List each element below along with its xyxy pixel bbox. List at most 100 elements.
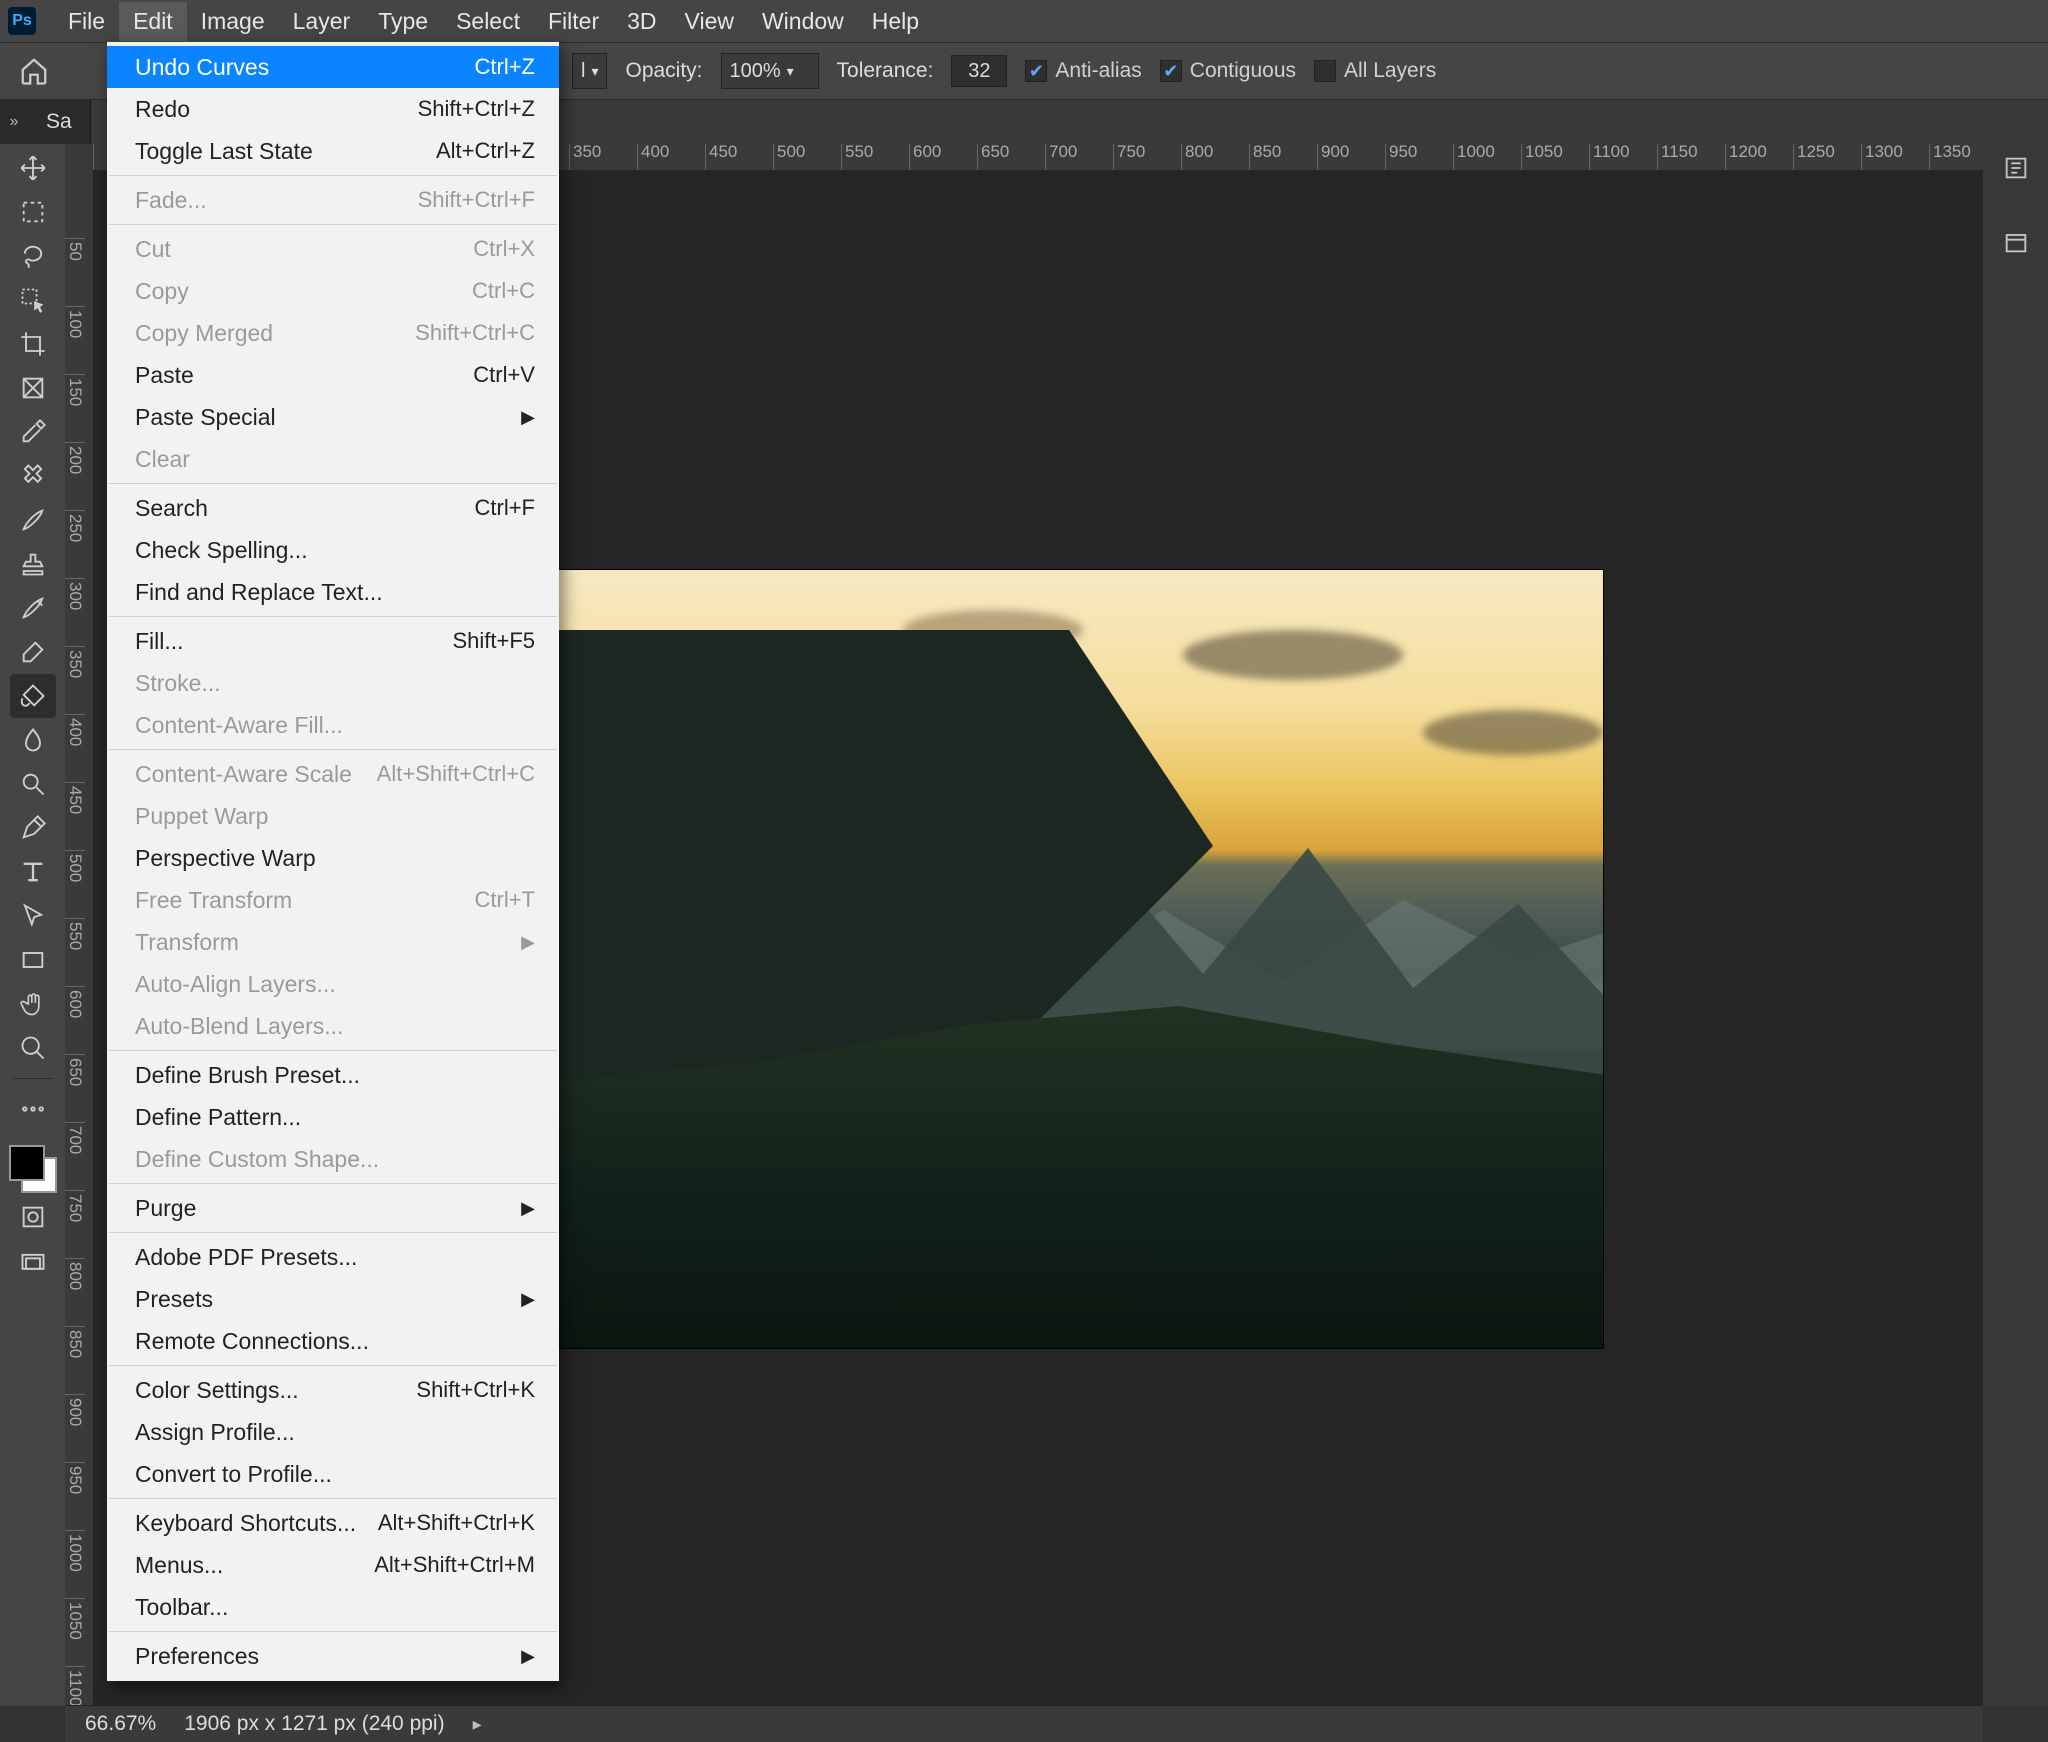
paint-bucket-tool-icon[interactable]: [10, 674, 56, 718]
move-tool-icon[interactable]: [10, 146, 56, 190]
type-tool-icon[interactable]: [10, 850, 56, 894]
lasso-tool-icon[interactable]: [10, 234, 56, 278]
path-select-tool-icon[interactable]: [10, 894, 56, 938]
menu-item-toggle-last-state[interactable]: Toggle Last StateAlt+Ctrl+Z: [107, 130, 559, 172]
document-canvas[interactable]: [543, 570, 1603, 1348]
menu-item-label: Content-Aware Fill...: [135, 712, 343, 739]
edit-toolbar-button[interactable]: [10, 1087, 56, 1131]
menu-item-remote-connections[interactable]: Remote Connections...: [107, 1320, 559, 1362]
menu-item-adobe-pdf-presets[interactable]: Adobe PDF Presets...: [107, 1236, 559, 1278]
contiguous-label: Contiguous: [1190, 59, 1296, 83]
all-layers-label: All Layers: [1344, 59, 1436, 83]
menu-item-search[interactable]: SearchCtrl+F: [107, 487, 559, 529]
vertical-ruler[interactable]: 5010015020025030035040045050055060065070…: [65, 170, 94, 1706]
hand-tool-icon[interactable]: [10, 982, 56, 1026]
menu-item-convert-to-profile[interactable]: Convert to Profile...: [107, 1453, 559, 1495]
menu-item-label: Remote Connections...: [135, 1328, 369, 1355]
menu-item-redo[interactable]: RedoShift+Ctrl+Z: [107, 88, 559, 130]
home-icon[interactable]: [12, 49, 56, 93]
menu-item-assign-profile[interactable]: Assign Profile...: [107, 1411, 559, 1453]
menu-item-purge[interactable]: Purge▶: [107, 1187, 559, 1229]
frame-tool-icon[interactable]: [10, 366, 56, 410]
eraser-tool-icon[interactable]: [10, 630, 56, 674]
blend-mode-dropdown[interactable]: l ▾: [572, 53, 607, 89]
status-flyout-icon[interactable]: ▸: [473, 1714, 482, 1735]
ruler-tick: 800: [65, 1258, 85, 1326]
menu-item-perspective-warp[interactable]: Perspective Warp: [107, 837, 559, 879]
menu-filter[interactable]: Filter: [534, 2, 613, 41]
stamp-tool-icon[interactable]: [10, 542, 56, 586]
ruler-tick: 350: [65, 646, 85, 714]
menu-item-shortcut: Ctrl+F: [475, 495, 536, 521]
brush-tool-icon[interactable]: [10, 498, 56, 542]
eyedropper-tool-icon[interactable]: [10, 410, 56, 454]
pen-tool-icon[interactable]: [10, 806, 56, 850]
menu-item-define-brush-preset[interactable]: Define Brush Preset...: [107, 1054, 559, 1096]
foreground-background-colors[interactable]: [9, 1145, 57, 1193]
menu-3d[interactable]: 3D: [613, 2, 670, 41]
menu-item-undo-curves[interactable]: Undo CurvesCtrl+Z: [107, 46, 559, 88]
menu-edit[interactable]: Edit: [119, 2, 187, 41]
ruler-origin[interactable]: [65, 142, 94, 171]
learn-panel-icon[interactable]: [1994, 146, 2038, 190]
menu-item-keyboard-shortcuts[interactable]: Keyboard Shortcuts...Alt+Shift+Ctrl+K: [107, 1502, 559, 1544]
menu-item-label: Color Settings...: [135, 1377, 299, 1404]
menu-window[interactable]: Window: [748, 2, 858, 41]
document-dimensions: 1906 px x 1271 px (240 ppi): [184, 1712, 444, 1736]
tolerance-input[interactable]: [951, 55, 1007, 87]
menu-item-paste[interactable]: PasteCtrl+V: [107, 354, 559, 396]
menu-file[interactable]: File: [54, 2, 119, 41]
foreground-color-swatch[interactable]: [9, 1145, 45, 1181]
anti-alias-checkbox[interactable]: ✔ Anti-alias: [1025, 59, 1141, 83]
zoom-level[interactable]: 66.67%: [85, 1712, 156, 1736]
menu-item-find-and-replace-text[interactable]: Find and Replace Text...: [107, 571, 559, 613]
opacity-dropdown[interactable]: 100% ▾: [721, 53, 819, 89]
menu-view[interactable]: View: [671, 2, 748, 41]
crop-tool-icon[interactable]: [10, 322, 56, 366]
menu-item-color-settings[interactable]: Color Settings...Shift+Ctrl+K: [107, 1369, 559, 1411]
blur-tool-icon[interactable]: [10, 718, 56, 762]
menu-item-auto-blend-layers: Auto-Blend Layers...: [107, 1005, 559, 1047]
menu-item-menus[interactable]: Menus...Alt+Shift+Ctrl+M: [107, 1544, 559, 1586]
menu-item-check-spelling[interactable]: Check Spelling...: [107, 529, 559, 571]
menu-item-toolbar[interactable]: Toolbar...: [107, 1586, 559, 1628]
menu-item-fill[interactable]: Fill...Shift+F5: [107, 620, 559, 662]
toolbar-collapse-toggle[interactable]: »: [0, 100, 28, 144]
menubar: Ps FileEditImageLayerTypeSelectFilter3DV…: [0, 0, 2048, 43]
menu-help[interactable]: Help: [858, 2, 933, 41]
menu-item-shortcut: Ctrl+Z: [475, 54, 536, 80]
rectangle-tool-icon[interactable]: [10, 938, 56, 982]
object-select-tool-icon[interactable]: [10, 278, 56, 322]
menu-layer[interactable]: Layer: [279, 2, 365, 41]
quick-mask-button[interactable]: [10, 1195, 56, 1239]
document-tab[interactable]: Sa: [28, 100, 91, 144]
menu-item-label: Cut: [135, 236, 171, 263]
history-brush-tool-icon[interactable]: [10, 586, 56, 630]
menu-select[interactable]: Select: [442, 2, 534, 41]
all-layers-checkbox[interactable]: All Layers: [1314, 59, 1436, 83]
zoom-tool-icon[interactable]: [10, 1026, 56, 1070]
contiguous-checkbox[interactable]: ✔ Contiguous: [1160, 59, 1296, 83]
menu-item-shortcut: Shift+Ctrl+Z: [418, 96, 535, 122]
dodge-tool-icon[interactable]: [10, 762, 56, 806]
menu-item-label: Adobe PDF Presets...: [135, 1244, 357, 1271]
menu-item-presets[interactable]: Presets▶: [107, 1278, 559, 1320]
menu-item-paste-special[interactable]: Paste Special▶: [107, 396, 559, 438]
menu-item-define-pattern[interactable]: Define Pattern...: [107, 1096, 559, 1138]
menu-item-preferences[interactable]: Preferences▶: [107, 1635, 559, 1677]
menu-item-label: Auto-Align Layers...: [135, 971, 336, 998]
menu-separator: [109, 1498, 557, 1499]
tools-panel: [0, 142, 65, 1706]
submenu-arrow-icon: ▶: [521, 932, 535, 953]
menu-item-label: Copy Merged: [135, 320, 273, 347]
menu-separator: [109, 1183, 557, 1184]
app-logo: Ps: [8, 7, 36, 35]
menu-item-content-aware-scale: Content-Aware ScaleAlt+Shift+Ctrl+C: [107, 753, 559, 795]
screen-mode-button[interactable]: [10, 1241, 56, 1285]
marquee-tool-icon[interactable]: [10, 190, 56, 234]
ruler-tick: 50: [65, 238, 85, 306]
menu-image[interactable]: Image: [187, 2, 279, 41]
menu-type[interactable]: Type: [364, 2, 442, 41]
libraries-panel-icon[interactable]: [1994, 220, 2038, 264]
healing-tool-icon[interactable]: [10, 454, 56, 498]
